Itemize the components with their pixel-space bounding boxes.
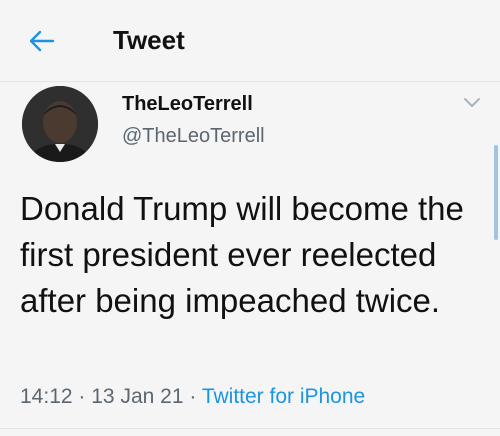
meta-separator: · <box>78 385 86 408</box>
author-handle[interactable]: @TheLeoTerrell <box>122 124 265 148</box>
top-bar: Tweet <box>0 0 500 82</box>
avatar[interactable] <box>22 86 98 162</box>
tweet-metadata: 14:12 · 13 Jan 21 · Twitter for iPhone <box>20 383 365 411</box>
tweet-source-link[interactable]: Twitter for iPhone <box>202 385 365 408</box>
divider <box>0 428 500 429</box>
page-title: Tweet <box>113 25 185 55</box>
tweet-time: 14:12 <box>20 385 73 408</box>
meta-separator: · <box>189 385 197 408</box>
tweet-date: 13 Jan 21 <box>91 385 184 408</box>
chevron-down-icon[interactable] <box>462 96 482 110</box>
author-display-name[interactable]: TheLeoTerrell <box>122 92 253 116</box>
arrow-left-icon[interactable] <box>26 26 56 56</box>
tweet-text: Donald Trump will become the first presi… <box>20 190 464 319</box>
scrollbar[interactable] <box>494 145 498 240</box>
profile-photo-icon <box>22 86 98 162</box>
